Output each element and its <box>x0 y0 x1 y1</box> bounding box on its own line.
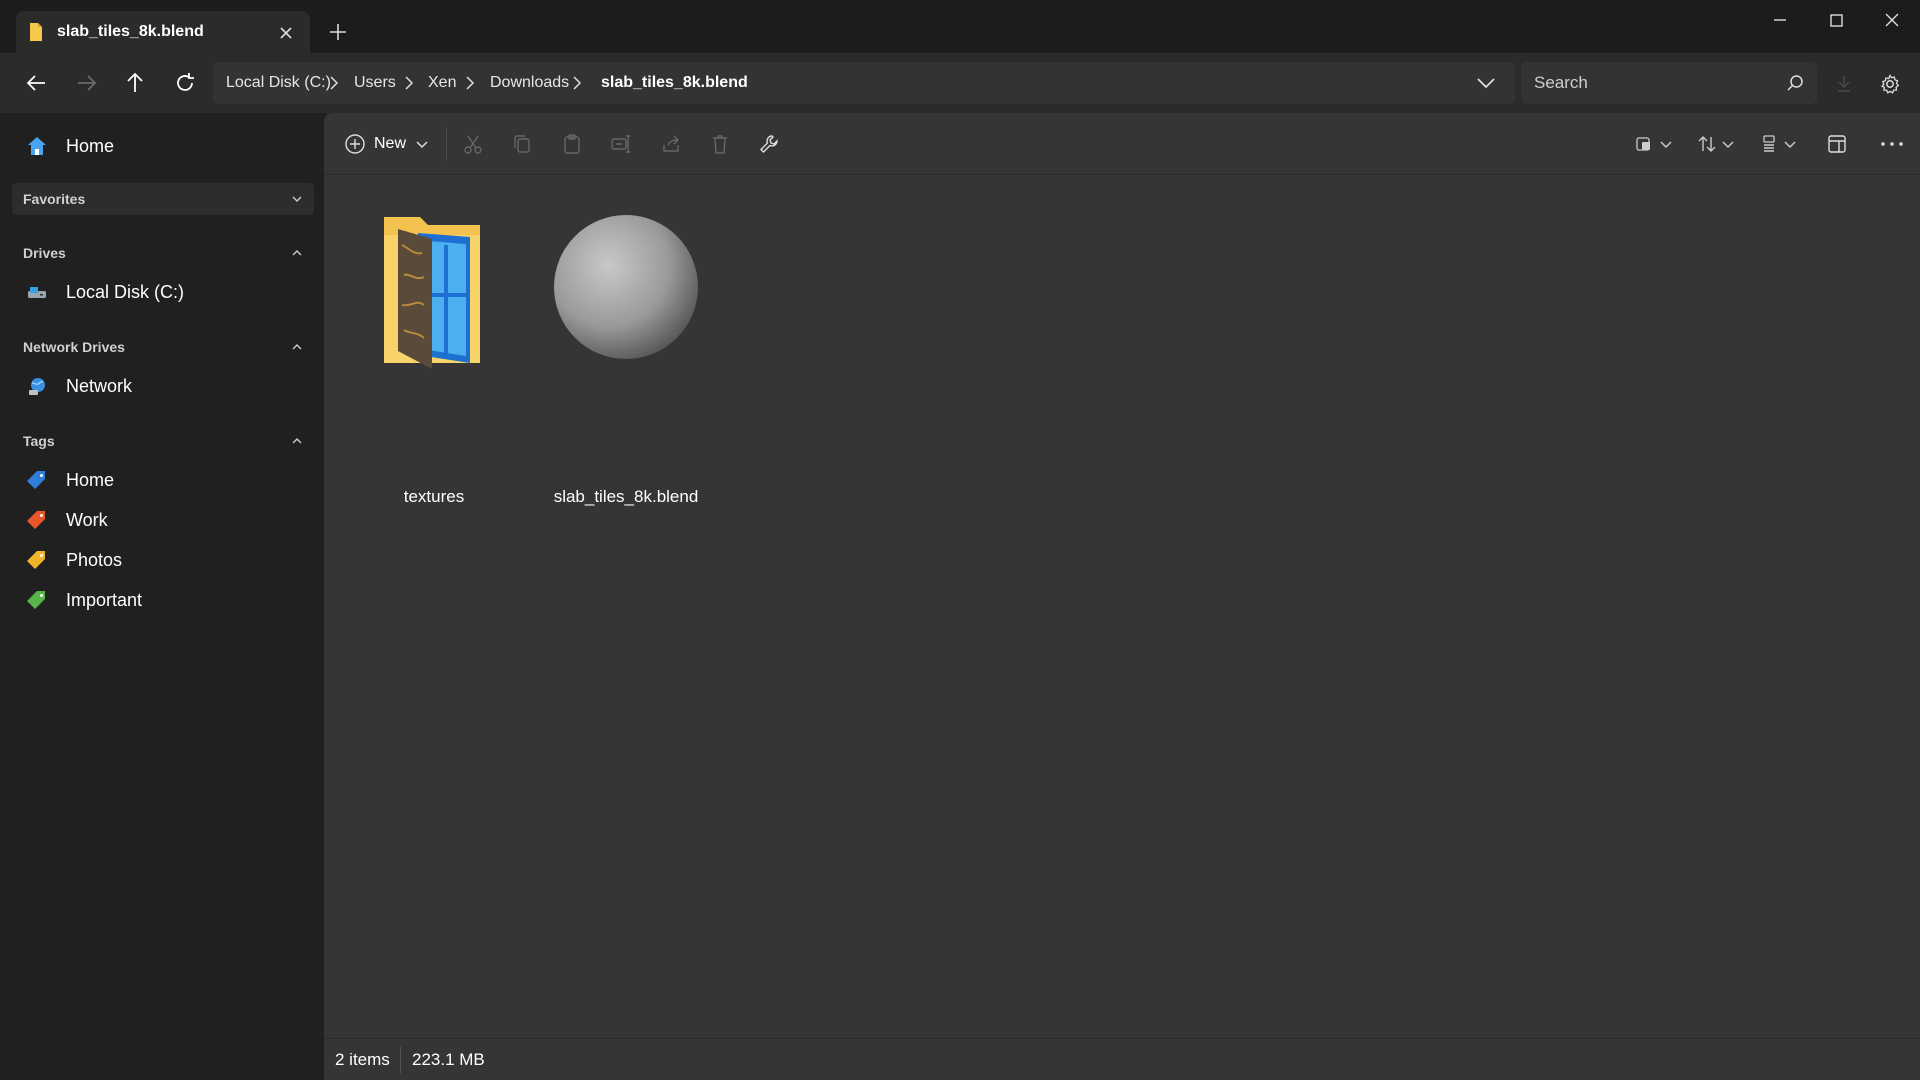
section-network-drives[interactable]: Network Drives <box>12 331 314 363</box>
search-placeholder: Search <box>1534 73 1588 92</box>
sidebar: Home Favorites Drives Local Disk (C:) Ne… <box>0 113 324 1080</box>
copy-icon[interactable] <box>511 133 533 155</box>
delete-icon[interactable] <box>709 133 731 155</box>
download-icon[interactable] <box>1834 73 1854 93</box>
sidebar-tag-work[interactable]: Work <box>26 506 108 534</box>
sidebar-tag-photos[interactable]: Photos <box>26 546 122 574</box>
close-tab-icon[interactable] <box>277 24 295 42</box>
sidebar-item-label: Work <box>66 509 108 530</box>
plus-circle-icon <box>345 134 365 154</box>
tag-icon <box>27 511 45 529</box>
new-tab-icon[interactable] <box>328 22 348 42</box>
section-drives[interactable]: Drives <box>12 237 314 269</box>
new-button[interactable]: New <box>344 131 430 157</box>
chevron-right-icon[interactable] <box>463 75 477 91</box>
tab-title: slab_tiles_8k.blend <box>57 23 204 40</box>
breadcrumb-local-disk[interactable]: Local Disk (C:) <box>226 74 331 92</box>
address-bar[interactable]: Local Disk (C:) Users Xen Downloads slab… <box>213 62 1515 104</box>
tag-icon <box>27 591 45 609</box>
section-network-title: Network Drives <box>23 339 125 355</box>
chevron-down-icon <box>416 141 428 149</box>
file-item-blend[interactable]: slab_tiles_8k.blend <box>536 205 716 506</box>
breadcrumb-xen[interactable]: Xen <box>428 74 456 92</box>
sphere-thumbnail <box>554 215 698 359</box>
chevron-right-icon[interactable] <box>570 75 584 91</box>
sidebar-item-label: Local Disk (C:) <box>66 281 185 302</box>
preview-pane-icon[interactable] <box>1826 133 1848 155</box>
section-tags[interactable]: Tags <box>12 425 314 457</box>
up-arrow-icon[interactable] <box>122 70 148 96</box>
sidebar-item-local-disk[interactable]: Local Disk (C:) <box>26 278 184 306</box>
chevron-up-icon[interactable] <box>290 246 304 260</box>
sort-icon[interactable] <box>1696 133 1718 155</box>
file-name: textures <box>403 487 465 506</box>
chevron-up-icon[interactable] <box>290 340 304 354</box>
breadcrumb-users[interactable]: Users <box>354 74 396 92</box>
new-button-label: New <box>374 135 407 152</box>
chevron-down-icon[interactable] <box>1658 133 1674 155</box>
file-name: slab_tiles_8k.blend <box>553 487 699 506</box>
paste-icon[interactable] <box>561 133 583 155</box>
total-size: 223.1 MB <box>412 1050 485 1069</box>
chevron-up-icon[interactable] <box>290 434 304 448</box>
sidebar-item-label: Home <box>66 469 115 490</box>
sidebar-tag-important[interactable]: Important <box>26 586 142 614</box>
chevron-right-icon[interactable] <box>402 75 416 91</box>
status-divider <box>400 1047 401 1073</box>
chevron-down-icon[interactable] <box>1720 133 1736 155</box>
folder-icon <box>384 217 480 369</box>
properties-wrench-icon[interactable] <box>758 133 780 155</box>
home-icon <box>28 137 46 155</box>
select-icon[interactable] <box>1634 133 1656 155</box>
layout-view-icon[interactable] <box>1758 133 1780 155</box>
chevron-down-icon[interactable] <box>290 192 304 206</box>
back-arrow-icon[interactable] <box>24 70 50 96</box>
search-icon[interactable] <box>1785 73 1805 93</box>
network-icon <box>29 378 45 395</box>
sidebar-item-label: Network <box>66 375 133 396</box>
tab-current[interactable]: slab_tiles_8k.blend <box>16 11 310 54</box>
tag-icon <box>27 551 45 569</box>
chevron-down-icon[interactable] <box>1475 73 1497 93</box>
maximize-icon[interactable] <box>1816 8 1856 32</box>
chevron-down-icon[interactable] <box>1782 133 1798 155</box>
file-item-textures[interactable]: textures <box>344 205 524 506</box>
section-tags-title: Tags <box>23 433 55 449</box>
file-icon <box>30 23 42 41</box>
item-count: 2 items <box>335 1050 390 1069</box>
breadcrumb-downloads[interactable]: Downloads <box>490 74 569 92</box>
gear-icon[interactable] <box>1879 73 1901 95</box>
search-input[interactable]: Search <box>1521 62 1817 104</box>
command-toolbar: New <box>324 113 1920 175</box>
sidebar-tag-home[interactable]: Home <box>26 466 114 494</box>
rename-icon[interactable] <box>610 133 632 155</box>
section-favorites[interactable]: Favorites <box>12 183 314 215</box>
refresh-icon[interactable] <box>172 70 198 96</box>
toolbar-divider <box>446 127 447 161</box>
sidebar-item-network[interactable]: Network <box>26 372 132 400</box>
drive-icon <box>28 287 46 298</box>
section-favorites-title: Favorites <box>23 191 86 207</box>
sidebar-item-home[interactable]: Home <box>26 133 114 159</box>
share-icon[interactable] <box>660 133 682 155</box>
navigation-bar: Local Disk (C:) Users Xen Downloads slab… <box>0 53 1920 113</box>
more-options-icon[interactable] <box>1879 133 1905 155</box>
chevron-right-icon[interactable] <box>327 75 341 91</box>
sidebar-item-label: Photos <box>66 549 123 570</box>
tag-icon <box>27 471 45 489</box>
status-bar: 2 items 223.1 MB <box>324 1038 1920 1080</box>
forward-arrow-icon[interactable] <box>73 70 99 96</box>
section-drives-title: Drives <box>23 245 66 261</box>
cut-icon[interactable] <box>462 133 484 155</box>
title-bar: slab_tiles_8k.blend <box>0 0 1920 54</box>
sidebar-home-label: Home <box>66 135 115 156</box>
breadcrumb-current[interactable]: slab_tiles_8k.blend <box>601 74 748 92</box>
minimize-icon[interactable] <box>1760 8 1800 32</box>
main-content: New textures slab_tiles_8k.blend 2 items… <box>324 113 1920 1080</box>
close-window-icon[interactable] <box>1872 8 1912 32</box>
sidebar-item-label: Important <box>66 589 143 610</box>
